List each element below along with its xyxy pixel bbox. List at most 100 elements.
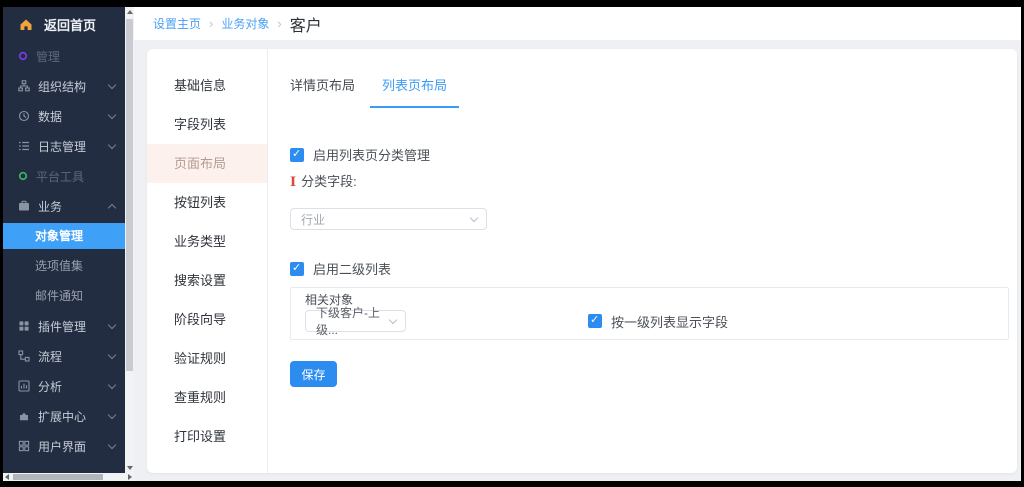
ring-icon — [18, 171, 28, 181]
breadcrumb-separator: › — [277, 16, 281, 31]
chevron-down-icon — [108, 110, 116, 118]
page-title: 客户 — [290, 12, 322, 36]
breadcrumb-separator: › — [209, 16, 213, 31]
sidebar-item-label: 插件管理 — [38, 318, 86, 335]
display-by-first-list-label: 按一级列表显示字段 — [611, 312, 728, 331]
sidebar-item-log-manage[interactable]: 日志管理 — [3, 131, 125, 161]
sidebar-item-extension-center[interactable]: 扩展中心 — [3, 401, 125, 431]
sidebar-item-manage[interactable]: 管理 — [3, 41, 125, 71]
display-by-first-list-checkbox-row[interactable]: 按一级列表显示字段 — [588, 312, 728, 331]
scroll-down-arrow-icon[interactable] — [127, 466, 133, 470]
breadcrumb-link-business-object[interactable]: 业务对象 — [221, 15, 269, 32]
menu-item-stage-wizard[interactable]: 阶段向导 — [147, 300, 267, 339]
scroll-up-arrow-icon[interactable] — [127, 10, 133, 14]
category-select-value: 行业 — [301, 211, 325, 228]
chevron-down-icon — [108, 80, 116, 88]
related-object-select-value: 下级客户-上级... — [316, 304, 383, 338]
menu-item-validation-rules[interactable]: 验证规则 — [147, 339, 267, 378]
tab-list-page-layout[interactable]: 列表页布局 — [370, 75, 459, 108]
enable-category-label: 启用列表页分类管理 — [313, 145, 430, 164]
sidebar-home-label: 返回首页 — [44, 15, 96, 34]
category-field-label: I分类字段: — [290, 171, 1009, 190]
related-object-box: 相关对象 下级客户-上级... 按一级列表显示字段 — [290, 287, 1009, 340]
flow-icon — [18, 350, 30, 362]
org-icon — [18, 80, 30, 92]
menu-item-search-settings[interactable]: 搜索设置 — [147, 261, 267, 300]
save-button[interactable]: 保存 — [290, 361, 337, 387]
menu-item-basic-info[interactable]: 基础信息 — [147, 66, 267, 105]
ring-icon — [18, 51, 28, 61]
object-settings-menu: 基础信息 字段列表 页面布局 按钮列表 业务类型 搜索设置 阶段向导 验证规则 … — [147, 49, 268, 473]
sidebar-item-data[interactable]: 数据 — [3, 101, 125, 131]
related-object-label: 相关对象 — [305, 294, 994, 307]
sidebar-item-label: 业务 — [38, 198, 62, 215]
scroll-right-arrow-icon[interactable] — [128, 474, 132, 480]
extension-icon — [18, 410, 30, 422]
app-window: 返回首页 管理 组织结构 数据 日志管理 — [3, 7, 1021, 481]
sidebar-item-label: 用户界面 — [38, 438, 86, 455]
layout-panel: 详情页布局 列表页布局 启用列表页分类管理 I分类字段: 行业 启用二级列表 — [268, 49, 1017, 473]
layout-tabs: 详情页布局 列表页布局 — [290, 75, 1009, 108]
enable-second-list-checkbox-row[interactable]: 启用二级列表 — [290, 259, 1009, 278]
enable-category-checkbox-row[interactable]: 启用列表页分类管理 — [290, 145, 1009, 164]
sidebar-item-business[interactable]: 业务 — [3, 191, 125, 221]
chevron-down-icon — [470, 214, 478, 222]
sidebar-horizontal-scrollbar[interactable] — [3, 473, 134, 481]
plugin-icon — [18, 320, 30, 332]
sidebar-item-plugin-manage[interactable]: 插件管理 — [3, 311, 125, 341]
chart-icon — [18, 380, 30, 392]
sidebar-item-user-interface[interactable]: 用户界面 — [3, 431, 125, 461]
sidebar-item-label: 日志管理 — [38, 138, 86, 155]
chevron-down-icon — [389, 316, 397, 324]
required-mark: I — [290, 175, 296, 190]
sidebar-item-org-structure[interactable]: 组织结构 — [3, 71, 125, 101]
menu-item-print-settings[interactable]: 打印设置 — [147, 417, 267, 456]
home-icon — [19, 18, 33, 31]
menu-item-duplicate-rules[interactable]: 查重规则 — [147, 378, 267, 417]
menu-item-button-list[interactable]: 按钮列表 — [147, 183, 267, 222]
chevron-up-icon — [108, 203, 116, 211]
clock-icon — [18, 110, 30, 122]
sidebar-subitem-option-sets[interactable]: 选项值集 — [3, 251, 125, 281]
enable-second-list-label: 启用二级列表 — [313, 259, 391, 278]
related-object-select[interactable]: 下级客户-上级... — [305, 310, 406, 332]
vertical-scrollbar-thumb[interactable] — [126, 19, 133, 371]
sidebar-item-label: 扩展中心 — [38, 408, 86, 425]
sidebar-item-label: 管理 — [36, 48, 60, 65]
briefcase-icon — [18, 200, 30, 212]
menu-item-business-type[interactable]: 业务类型 — [147, 222, 267, 261]
menu-item-field-list[interactable]: 字段列表 — [147, 105, 267, 144]
checkbox-checked-icon[interactable] — [290, 262, 304, 276]
chevron-down-icon — [108, 350, 116, 358]
main-area: 设置主页 › 业务对象 › 客户 基础信息 字段列表 页面布局 按钮列表 业务类… — [134, 7, 1021, 481]
sidebar-item-label: 数据 — [38, 108, 62, 125]
checkbox-checked-icon[interactable] — [290, 148, 304, 162]
menu-item-page-layout[interactable]: 页面布局 — [147, 144, 267, 183]
breadcrumb-link-settings-home[interactable]: 设置主页 — [153, 15, 201, 32]
sidebar-home-button[interactable]: 返回首页 — [3, 7, 125, 41]
sidebar-item-platform-tools[interactable]: 平台工具 — [3, 161, 125, 191]
grid-icon — [18, 440, 30, 452]
sidebar-item-analysis[interactable]: 分析 — [3, 371, 125, 401]
sidebar-subitem-mail-notify[interactable]: 邮件通知 — [3, 281, 125, 311]
breadcrumb: 设置主页 › 业务对象 › 客户 — [134, 7, 1021, 40]
sidebar-item-flow[interactable]: 流程 — [3, 341, 125, 371]
sidebar-subitem-object-manage[interactable]: 对象管理 — [3, 223, 125, 249]
chevron-down-icon — [108, 410, 116, 418]
horizontal-scrollbar-thumb[interactable] — [13, 474, 103, 480]
sidebar-item-label: 平台工具 — [36, 168, 84, 185]
sidebar-vertical-scrollbar[interactable] — [125, 7, 134, 473]
related-object-row: 下级客户-上级... 按一级列表显示字段 — [305, 310, 994, 332]
chevron-down-icon — [108, 140, 116, 148]
log-icon — [18, 140, 30, 152]
sidebar-item-label: 流程 — [38, 348, 62, 365]
chevron-down-icon — [108, 380, 116, 388]
category-field-select[interactable]: 行业 — [290, 208, 487, 230]
chevron-down-icon — [108, 320, 116, 328]
tab-detail-page-layout[interactable]: 详情页布局 — [290, 75, 367, 108]
sidebar-item-label: 组织结构 — [38, 78, 86, 95]
chevron-down-icon — [108, 440, 116, 448]
checkbox-checked-icon[interactable] — [588, 314, 602, 328]
content-card: 基础信息 字段列表 页面布局 按钮列表 业务类型 搜索设置 阶段向导 验证规则 … — [147, 49, 1017, 473]
scroll-left-arrow-icon[interactable] — [5, 474, 9, 480]
